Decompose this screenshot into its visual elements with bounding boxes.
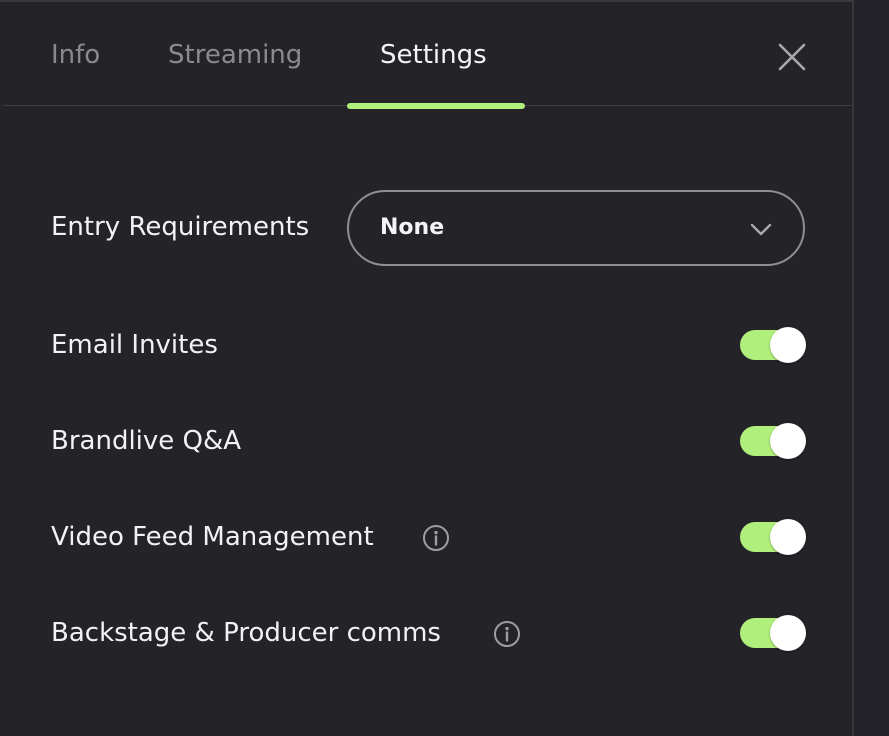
tab-settings[interactable]: Settings bbox=[380, 38, 487, 72]
settings-panel: Info Streaming Settings Entry Requiremen… bbox=[0, 0, 852, 736]
email-invites-label: Email Invites bbox=[51, 330, 218, 360]
tab-info[interactable]: Info bbox=[51, 38, 100, 72]
close-icon bbox=[778, 43, 806, 71]
tab-bar: Info Streaming Settings bbox=[3, 2, 852, 106]
brandlive-qa-label: Brandlive Q&A bbox=[51, 426, 242, 456]
toggle-knob bbox=[770, 327, 806, 363]
info-icon[interactable] bbox=[493, 620, 521, 648]
chevron-down-icon bbox=[750, 223, 772, 236]
brandlive-qa-toggle[interactable] bbox=[740, 423, 806, 459]
entry-requirements-select[interactable]: None bbox=[347, 190, 805, 266]
adjacent-panel-edge bbox=[852, 0, 889, 736]
toggle-knob bbox=[770, 615, 806, 651]
toggle-knob bbox=[770, 423, 806, 459]
entry-requirements-label: Entry Requirements bbox=[51, 212, 310, 242]
info-icon[interactable] bbox=[422, 524, 450, 552]
active-tab-indicator bbox=[347, 103, 525, 109]
video-feed-management-label: Video Feed Management bbox=[51, 522, 374, 552]
close-button[interactable] bbox=[775, 40, 809, 74]
backstage-producer-comms-toggle[interactable] bbox=[740, 615, 806, 651]
video-feed-management-toggle[interactable] bbox=[740, 519, 806, 555]
backstage-producer-comms-label: Backstage & Producer comms bbox=[51, 618, 441, 648]
entry-requirements-value: None bbox=[380, 215, 445, 240]
tab-streaming[interactable]: Streaming bbox=[168, 38, 302, 72]
toggle-knob bbox=[770, 519, 806, 555]
email-invites-toggle[interactable] bbox=[740, 327, 806, 363]
